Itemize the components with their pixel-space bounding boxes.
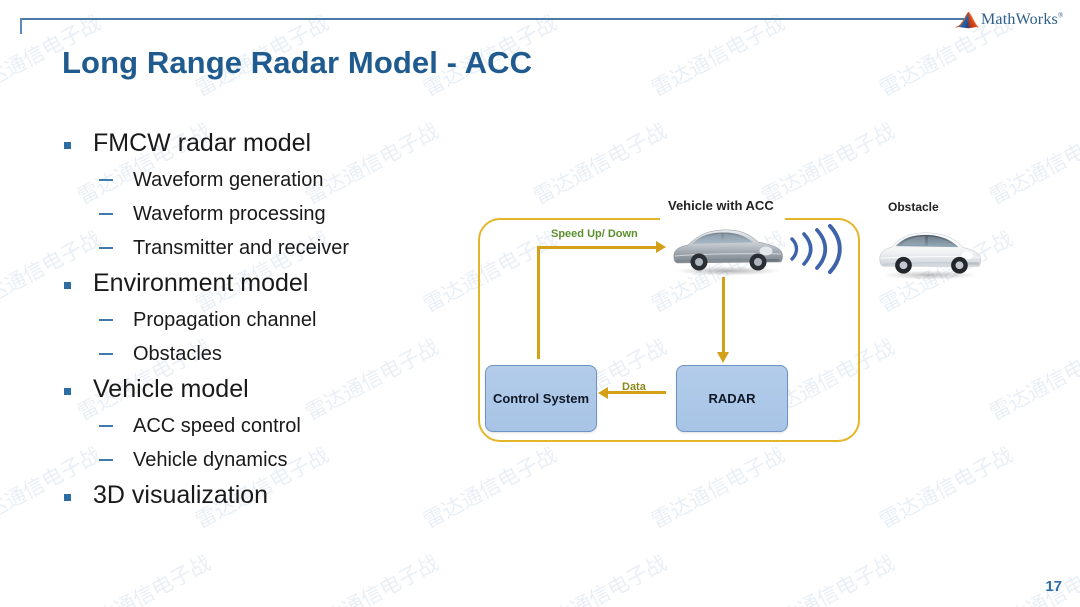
dash-bullet-icon xyxy=(99,459,113,461)
bullet-label: Propagation channel xyxy=(133,309,317,331)
silver-car-image xyxy=(673,229,783,276)
dash-bullet-icon xyxy=(99,179,113,181)
data-connector-horizontal xyxy=(606,391,666,394)
sub-bullet-item: Waveform generation xyxy=(60,170,460,190)
trademark-symbol: ® xyxy=(1057,11,1064,20)
sub-bullet-item: Vehicle dynamics xyxy=(60,450,460,470)
bullet-label: Waveform processing xyxy=(133,203,326,225)
dash-bullet-icon xyxy=(99,425,113,427)
bullet-item: Environment model xyxy=(60,271,460,296)
sub-bullet-item: Waveform processing xyxy=(60,204,460,224)
dash-bullet-icon xyxy=(99,213,113,215)
page-title: Long Range Radar Model - ACC xyxy=(62,45,533,80)
sub-bullet-item: Transmitter and receiver xyxy=(60,238,460,258)
sub-bullet-item: ACC speed control xyxy=(60,416,460,436)
bullet-item: 3D visualization xyxy=(60,483,460,508)
mathworks-membrane-icon xyxy=(955,11,979,29)
speed-connector-vertical xyxy=(537,246,540,359)
slide-canvas: 雷达通信电子战 雷达通信电子战 雷达通信电子战 雷达通信电子战 雷达通信电子战 雷达通信电… xyxy=(0,0,1080,607)
dash-bullet-icon xyxy=(99,353,113,355)
square-bullet-icon xyxy=(64,142,71,149)
watermark-text: 雷达通信电子战 xyxy=(301,550,443,607)
page-number: 17 xyxy=(1045,578,1062,595)
white-car-image xyxy=(879,232,982,280)
dash-bullet-icon xyxy=(99,247,113,249)
mathworks-logo: MathWorks® xyxy=(955,6,1073,34)
vehicle-to-radar-arrow-head xyxy=(717,352,729,363)
bullet-label: Transmitter and receiver xyxy=(133,237,349,259)
sub-bullet-item: Obstacles xyxy=(60,344,460,364)
bullet-label: Environment model xyxy=(93,269,309,297)
bullet-item: Vehicle model xyxy=(60,377,460,402)
speed-arrow-head xyxy=(656,241,666,253)
mathworks-wordmark: MathWorks® xyxy=(981,11,1064,28)
watermark-text: 雷达通信电子战 xyxy=(985,550,1080,607)
square-bullet-icon xyxy=(64,388,71,395)
bullet-label: Obstacles xyxy=(133,343,222,365)
dash-bullet-icon xyxy=(99,319,113,321)
speed-connector-horizontal xyxy=(537,246,659,249)
sub-bullet-item: Propagation channel xyxy=(60,310,460,330)
radar-box[interactable]: RADAR xyxy=(676,365,788,432)
bullet-label: FMCW radar model xyxy=(93,129,312,157)
acc-system-diagram: Vehicle with ACC Obstacle Speed Up/ Down… xyxy=(470,195,1030,465)
control-system-box[interactable]: Control System xyxy=(485,365,597,432)
control-system-box-label: Control System xyxy=(492,391,590,406)
radar-box-label: RADAR xyxy=(708,391,756,406)
header-rule xyxy=(20,18,965,20)
bullet-item: FMCW radar model xyxy=(60,131,460,156)
bullet-label: ACC speed control xyxy=(133,415,301,437)
vehicle-label: Vehicle with ACC xyxy=(668,198,774,213)
bullet-label: Vehicle dynamics xyxy=(133,449,288,471)
bullet-list: FMCW radar model Waveform generation Wavef… xyxy=(60,131,460,508)
square-bullet-icon xyxy=(64,494,71,501)
data-arrow-head xyxy=(598,387,608,399)
bullet-label: 3D visualization xyxy=(93,481,269,509)
obstacle-label: Obstacle xyxy=(888,200,939,214)
bullet-label: Vehicle model xyxy=(93,375,249,403)
watermark-text: 雷达通信电子战 xyxy=(757,550,899,607)
watermark-text: 雷达通信电子战 xyxy=(73,550,215,607)
header-rule-tick xyxy=(20,18,22,34)
watermark-text: 雷达通信电子战 xyxy=(529,550,671,607)
radar-wave-icon xyxy=(790,224,842,274)
square-bullet-icon xyxy=(64,282,71,289)
speed-signal-label: Speed Up/ Down xyxy=(551,228,638,240)
vehicle-to-radar-connector xyxy=(722,277,725,355)
bullet-label: Waveform generation xyxy=(133,169,324,191)
watermark-text: 雷达通信电子战 xyxy=(647,10,789,101)
